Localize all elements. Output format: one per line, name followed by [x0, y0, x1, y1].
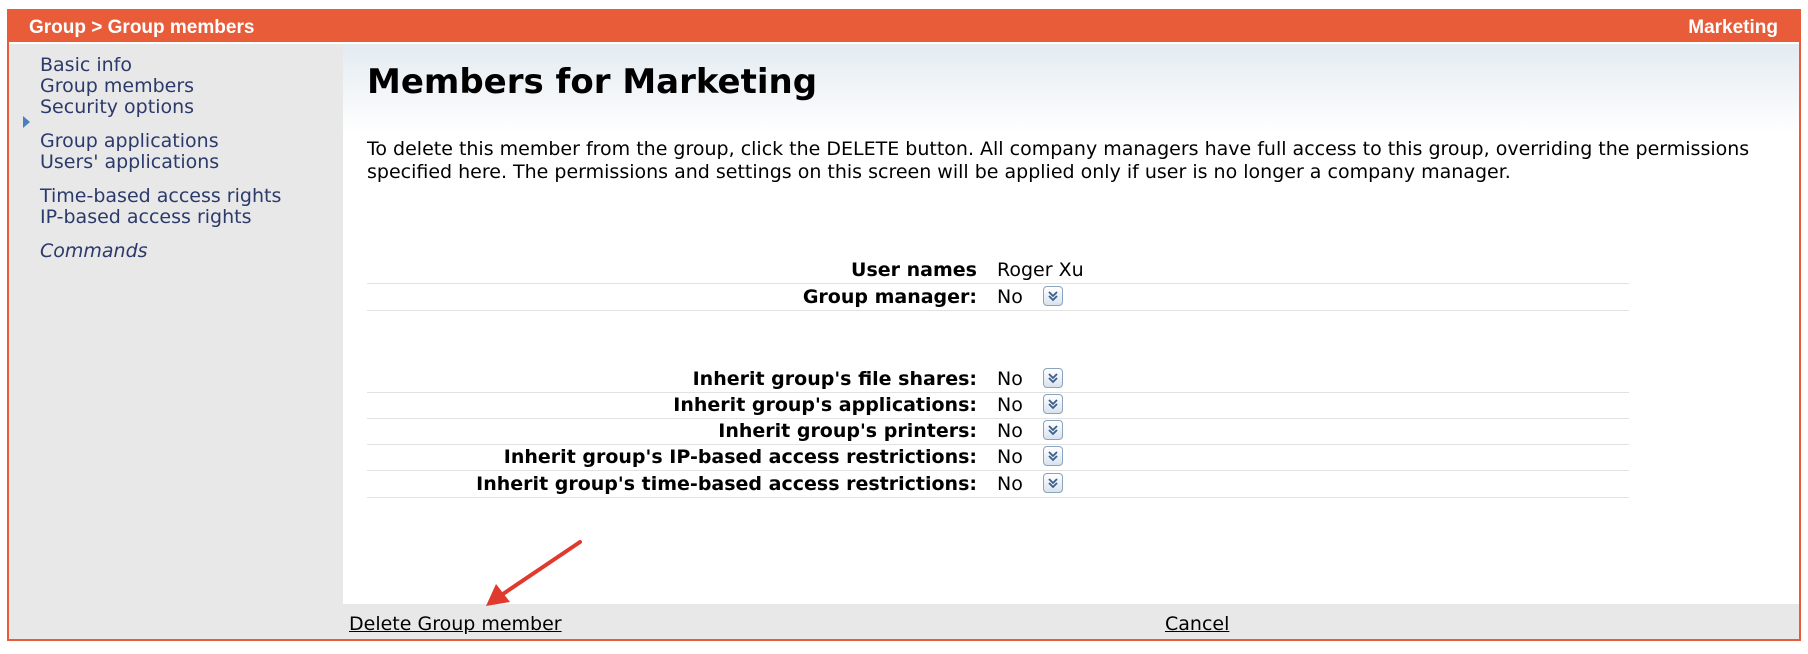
delete-group-member-link[interactable]: Delete Group member — [349, 613, 562, 635]
breadcrumb: Group > Group members — [29, 17, 255, 38]
double-chevron-down-icon — [1048, 478, 1058, 489]
sidebar-item-security-options[interactable]: Security options — [40, 96, 194, 118]
sidebar-item-time-based-access[interactable]: Time-based access rights — [40, 185, 281, 207]
user-names-value: Roger Xu — [997, 259, 1084, 281]
double-chevron-down-icon — [1048, 425, 1058, 436]
selected-arrow-icon — [23, 116, 30, 128]
double-chevron-down-icon — [1048, 291, 1058, 302]
inherit-file-shares-value: No — [997, 368, 1023, 390]
user-names-row: User names Roger Xu — [367, 257, 1629, 284]
sidebar-item-commands[interactable]: Commands — [40, 240, 148, 262]
group-manager-dropdown[interactable] — [1043, 286, 1063, 306]
inherit-printers-value: No — [997, 420, 1023, 442]
group-manager-value: No — [997, 286, 1023, 308]
sidebar: Basic info Group members Security option… — [9, 44, 343, 639]
inherit-applications-dropdown[interactable] — [1043, 394, 1063, 414]
group-manager-label: Group manager: — [802, 286, 977, 308]
inherit-file-shares-label: Inherit group's file shares: — [692, 368, 977, 390]
sidebar-item-users-applications[interactable]: Users' applications — [40, 151, 219, 173]
inherit-ip-restrictions-row: Inherit group's IP-based access restrict… — [367, 444, 1629, 471]
sidebar-item-group-members[interactable]: Group members — [40, 75, 194, 97]
inherit-ip-restrictions-value: No — [997, 446, 1023, 468]
inherit-ip-restrictions-label: Inherit group's IP-based access restrict… — [503, 446, 977, 468]
inherit-time-restrictions-dropdown[interactable] — [1043, 473, 1063, 493]
group-name-title: Marketing — [1688, 17, 1778, 38]
inherit-file-shares-row: Inherit group's file shares: No — [367, 366, 1629, 393]
inherit-file-shares-dropdown[interactable] — [1043, 368, 1063, 388]
double-chevron-down-icon — [1048, 451, 1058, 462]
inherit-ip-restrictions-dropdown[interactable] — [1043, 446, 1063, 466]
inherit-printers-label: Inherit group's printers: — [718, 420, 977, 442]
sidebar-item-group-applications[interactable]: Group applications — [40, 130, 219, 152]
red-arrow-icon — [486, 540, 582, 606]
sidebar-item-ip-based-access[interactable]: IP-based access rights — [40, 206, 252, 228]
cancel-link[interactable]: Cancel — [1165, 613, 1229, 635]
page-title: Members for Marketing — [367, 62, 818, 102]
inherit-applications-value: No — [997, 394, 1023, 416]
page-description: To delete this member from the group, cl… — [367, 138, 1750, 183]
inherit-applications-row: Inherit group's applications: No — [367, 392, 1629, 419]
double-chevron-down-icon — [1048, 373, 1058, 384]
inherit-time-restrictions-row: Inherit group's time-based access restri… — [367, 471, 1629, 498]
double-chevron-down-icon — [1048, 399, 1058, 410]
title-bar: Group > Group members Marketing — [9, 11, 1799, 42]
inherit-time-restrictions-value: No — [997, 473, 1023, 495]
inherit-printers-dropdown[interactable] — [1043, 420, 1063, 440]
user-names-label: User names — [851, 259, 977, 281]
main-content: Members for Marketing To delete this mem… — [343, 44, 1799, 604]
group-manager-row: Group manager: No — [367, 284, 1629, 311]
inherit-applications-label: Inherit group's applications: — [673, 394, 977, 416]
inherit-time-restrictions-label: Inherit group's time-based access restri… — [476, 473, 977, 495]
sidebar-item-basic-info[interactable]: Basic info — [40, 54, 132, 76]
app-window: Group > Group members Marketing Basic in… — [7, 9, 1801, 641]
inherit-printers-row: Inherit group's printers: No — [367, 418, 1629, 445]
